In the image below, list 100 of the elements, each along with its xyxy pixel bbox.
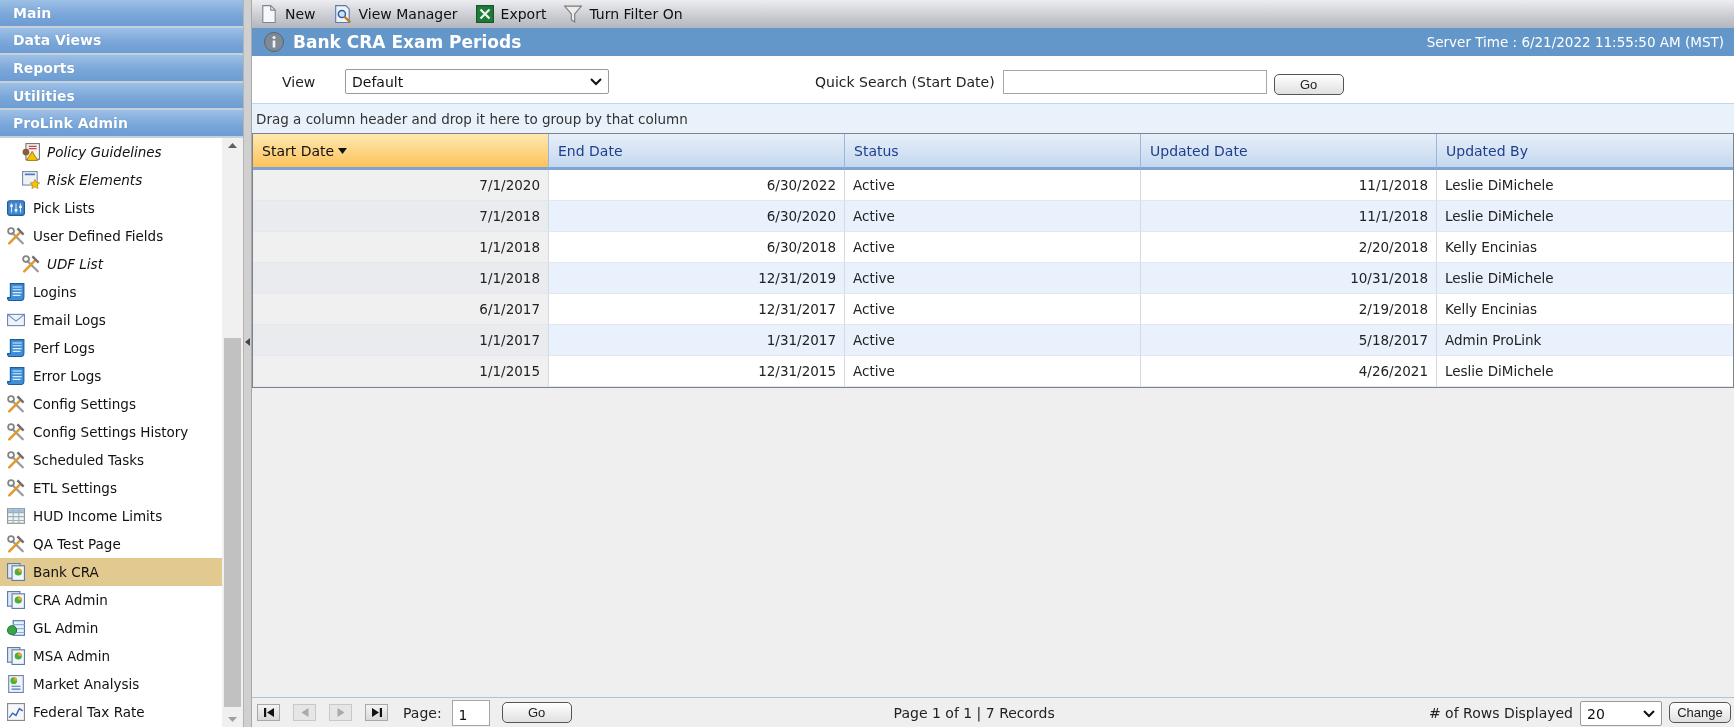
sidebar-item[interactable]: User Defined Fields: [0, 221, 222, 250]
scroll-down-icon[interactable]: [228, 717, 237, 722]
last-page-button[interactable]: [365, 704, 388, 721]
table-cell: Active: [845, 201, 1141, 232]
tools-icon: [7, 534, 25, 553]
table-cell: 12/31/2015: [549, 356, 845, 387]
search-label: Quick Search (Start Date): [815, 73, 995, 90]
sidebar-item[interactable]: Bank CRA: [0, 557, 222, 586]
collapse-handle-icon[interactable]: [245, 338, 250, 346]
view-select[interactable]: Default: [345, 69, 609, 94]
sidebar-item[interactable]: Logins: [0, 277, 222, 306]
tools-icon: [7, 478, 25, 497]
scrollbar-thumb[interactable]: [224, 337, 241, 707]
table-cell: 11/1/2018: [1141, 170, 1437, 201]
sidebar-item[interactable]: Scheduled Tasks: [0, 445, 222, 474]
document-icon: [260, 5, 278, 23]
pie-document-icon: [7, 646, 25, 665]
table-cell: 4/26/2021: [1141, 356, 1437, 387]
table-cell: 6/30/2018: [549, 232, 845, 263]
last-page-icon: [371, 708, 382, 717]
line-chart-icon: [7, 702, 25, 721]
scrollbar[interactable]: [222, 137, 243, 727]
table-cell: 2/20/2018: [1141, 232, 1437, 263]
rows-select[interactable]: 20: [1580, 701, 1662, 726]
table-cell: 12/31/2017: [549, 294, 845, 325]
sidebar-item[interactable]: ETL Settings: [0, 473, 222, 502]
funnel-icon: [564, 5, 583, 23]
table-cell: 2/19/2018: [1141, 294, 1437, 325]
chevron-down-icon: [1643, 709, 1655, 718]
tools-icon: [7, 394, 25, 413]
record-status: Page 1 of 1 | 7 Records: [893, 704, 1055, 721]
table-cell: 7/1/2020: [253, 170, 549, 201]
table-cell: 6/1/2017: [253, 294, 549, 325]
scroll-icon: [7, 338, 25, 357]
sidebar-item[interactable]: Config Settings: [0, 389, 222, 418]
first-page-button[interactable]: [257, 704, 280, 721]
column-header[interactable]: End Date: [549, 134, 845, 170]
pie-document-icon: [7, 562, 25, 581]
table-cell: 1/1/2017: [253, 325, 549, 356]
rows-label: # of Rows Displayed: [1428, 704, 1573, 721]
change-button[interactable]: Change: [1669, 702, 1731, 723]
view-label: View: [282, 73, 317, 90]
table-cell: 5/18/2017: [1141, 325, 1437, 356]
tools-icon: [7, 422, 25, 441]
sidebar-item[interactable]: Pick Lists: [0, 193, 222, 222]
sidebar-item[interactable]: Email Logs: [0, 305, 222, 334]
scroll-icon: [7, 282, 25, 301]
pie-document-icon: [7, 590, 25, 609]
page-field[interactable]: 1: [451, 699, 490, 726]
view-manager-button[interactable]: View Manager: [333, 5, 458, 23]
go-button[interactable]: Go: [1273, 74, 1344, 95]
table-cell: Active: [845, 294, 1141, 325]
table-cell: Active: [845, 232, 1141, 263]
sidebar-item[interactable]: Config Settings History: [0, 417, 222, 446]
first-page-icon: [263, 708, 274, 717]
new-button[interactable]: New: [260, 5, 316, 23]
magnifier-document-icon: [333, 5, 352, 23]
sidebar-item[interactable]: UDF List: [0, 249, 222, 278]
table-cell: Active: [845, 356, 1141, 387]
table-cell: Leslie DiMichele: [1437, 263, 1733, 294]
info-icon: [264, 32, 284, 52]
column-header[interactable]: Updated Date: [1141, 134, 1437, 170]
sort-caret-icon: [338, 147, 348, 154]
scroll-icon: [7, 366, 25, 385]
sidebar-item[interactable]: HUD Income Limits: [0, 501, 222, 530]
tools-icon: [7, 226, 25, 245]
sidebar-item[interactable]: Federal Tax Rate: [0, 697, 222, 726]
table-cell: 1/1/2018: [253, 232, 549, 263]
go-button[interactable]: Go: [501, 702, 572, 723]
sidebar-item[interactable]: Perf Logs: [0, 333, 222, 362]
server-time: Server Time : 6/21/2022 11:55:50 AM (MST): [1426, 34, 1724, 50]
column-header[interactable]: Start Date: [253, 134, 549, 170]
table-cell: 1/1/2018: [253, 263, 549, 294]
sidebar-item[interactable]: Policy Guidelines: [0, 137, 222, 166]
table-cell: 10/31/2018: [1141, 263, 1437, 294]
sidebar-item[interactable]: QA Test Page: [0, 529, 222, 558]
sidebar-item[interactable]: Error Logs: [0, 361, 222, 390]
filter-button[interactable]: Turn Filter On: [564, 5, 683, 23]
sliders-icon: [7, 198, 25, 217]
page-label: Page:: [403, 704, 442, 721]
scroll-up-icon[interactable]: [228, 142, 237, 148]
group-panel[interactable]: Drag a column header and drop it here to group by that column: [252, 103, 1734, 133]
spreadsheet-icon: [475, 5, 494, 23]
export-button[interactable]: Export: [475, 5, 547, 23]
coin-sheet-icon: [7, 618, 25, 637]
sidebar-item[interactable]: Risk Elements: [0, 165, 222, 194]
column-header[interactable]: Status: [845, 134, 1141, 170]
table-cell: Active: [845, 325, 1141, 356]
sidebar-item[interactable]: Market Analysis: [0, 669, 222, 698]
table-cell: Active: [845, 170, 1141, 201]
sidebar-item[interactable]: MSA Admin: [0, 641, 222, 670]
page-title: Bank CRA Exam Periods: [293, 32, 522, 52]
table-cell: 6/30/2020: [549, 201, 845, 232]
sidebar-item[interactable]: GL Admin: [0, 613, 222, 642]
sidebar-item[interactable]: CRA Admin: [0, 585, 222, 614]
table-cell: 1/31/2017: [549, 325, 845, 356]
column-header[interactable]: Updated By: [1437, 134, 1733, 170]
table-cell: 6/30/2022: [549, 170, 845, 201]
search-field[interactable]: [1002, 69, 1267, 94]
table-cell: 11/1/2018: [1141, 201, 1437, 232]
